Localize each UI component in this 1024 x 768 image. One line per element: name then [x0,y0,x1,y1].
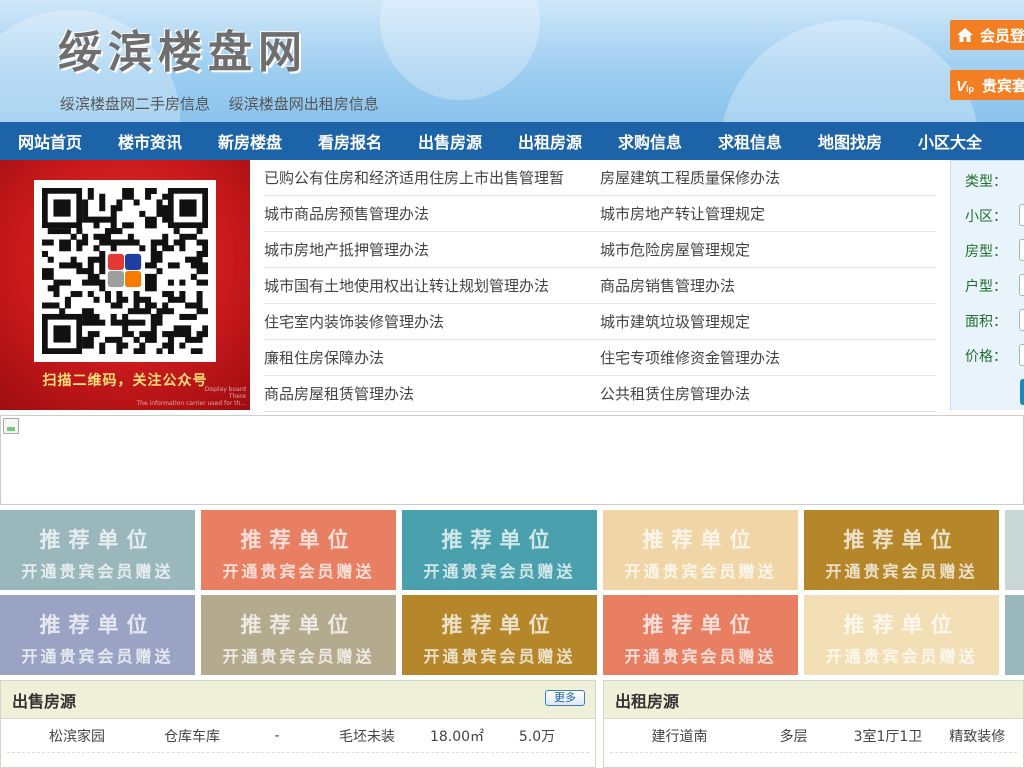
law-link[interactable]: 房屋建筑工程质量保修办法 [600,167,936,188]
layout-select[interactable] [1019,274,1024,296]
main-nav: 网站首页 楼市资讯 新房楼盘 看房报名 出售房源 出租房源 求购信息 求租信息 … [0,122,1024,160]
cell-area: 18.00㎡ [429,728,485,745]
nav-map-search[interactable]: 地图找房 [800,129,900,153]
panel-title: 出租房源 [615,691,680,711]
search-button[interactable] [1020,379,1024,405]
broken-image-icon [3,418,19,434]
table-row[interactable]: 建行道南 多层 3室1厅1卫 精致装修 [610,719,1017,753]
cell-type: 仓库车库 [164,728,220,745]
room-type-label: 房型： [965,244,1007,260]
header: 绥滨楼盘网 绥滨楼盘网二手房信息 绥滨楼盘网出租房信息 会员登录 Vip 贵宾套… [0,0,1024,122]
nav-new-homes[interactable]: 新房楼盘 [200,129,300,153]
member-login-label: 会员登录 [980,26,1024,45]
qr-promo: 扫描二维码，关注公众号 Display board There The info… [0,160,250,410]
cell-type: 多层 [779,728,808,745]
vip-icon: Vip [956,75,976,95]
list-item: 廉租住房保障办法 住宅专项维修资金管理办法 [264,340,936,376]
recommend-tile[interactable]: 推荐单位 开通贵宾会员赠送 [402,510,597,590]
list-item: 城市房地产抵押管理办法 城市危险房屋管理规定 [264,232,936,268]
header-links: 绥滨楼盘网二手房信息 绥滨楼盘网出租房信息 [60,93,393,114]
list-item: 住宅室内装饰装修管理办法 城市建筑垃圾管理规定 [264,304,936,340]
decor-bubble [380,0,540,100]
law-link[interactable]: 城市商品房预售管理办法 [264,203,600,224]
regulations-list: 已购公有住房和经济适用住房上市出售管理暂 房屋建筑工程质量保修办法 城市商品房预… [264,160,936,412]
type-label: 类型： [965,174,1007,190]
banner-ad[interactable] [0,415,1024,505]
qr-code [34,180,216,362]
list-item: 已购公有住房和经济适用住房上市出售管理暂 房屋建筑工程质量保修办法 [264,160,936,196]
cell-community: 松滨家园 [49,728,105,745]
nav-more[interactable]: 中 [1000,129,1024,153]
recommend-tile[interactable] [1005,510,1024,590]
community-input[interactable] [1019,204,1024,226]
list-item: 城市国有土地使用权出让转让规划管理办法 商品房销售管理办法 [264,268,936,304]
secondhand-link[interactable]: 绥滨楼盘网二手房信息 [60,95,210,113]
law-link[interactable]: 公共租赁住房管理办法 [600,383,936,404]
layout-label: 户型： [965,279,1007,295]
law-link[interactable]: 城市建筑垃圾管理规定 [600,311,936,332]
recommend-tile[interactable]: 推荐单位 开通贵宾会员赠送 [201,510,396,590]
price-select[interactable] [1019,344,1024,366]
law-link[interactable]: 住宅室内装饰装修管理办法 [264,311,600,332]
cell-price: 5.0万 [518,728,556,745]
price-label: 价格： [965,349,1007,365]
vip-package-label: 贵宾套餐 [982,76,1024,95]
panel-header: 出售房源 更多 [1,681,595,719]
list-item: 城市商品房预售管理办法 城市房地产转让管理规定 [264,196,936,232]
cell-layout: - [274,727,280,744]
area-select[interactable] [1019,309,1024,331]
nav-viewing-signup[interactable]: 看房报名 [300,129,400,153]
cell-community: 建行道南 [651,728,708,745]
rent-listings-panel: 出租房源 建行道南 多层 3室1厅1卫 精致装修 [603,680,1024,768]
law-link[interactable]: 城市危险房屋管理规定 [600,239,936,260]
law-link[interactable]: 住宅专项维修资金管理办法 [600,347,936,368]
law-link[interactable]: 廉租住房保障办法 [264,347,600,368]
decor-bubble [720,20,980,122]
recommend-tile[interactable]: 推荐单位 开通贵宾会员赠送 [804,595,999,675]
nav-home[interactable]: 网站首页 [0,129,100,153]
table-row[interactable] [7,753,589,767]
search-panel: 类型： 小区： 房型： 户型： 面积： 价格： [950,160,1024,410]
promo-fine-print: Display board There The information carr… [136,386,246,407]
list-item: 商品房屋租赁管理办法 公共租赁住房管理办法 [264,376,936,412]
site-title: 绥滨楼盘网 [58,27,308,78]
panel-title: 出售房源 [12,691,77,711]
nav-wanted-rent[interactable]: 求租信息 [700,129,800,153]
svg-text:ip: ip [966,84,975,94]
recommend-tile[interactable] [1005,595,1024,675]
law-link[interactable]: 商品房屋租赁管理办法 [264,383,600,404]
table-row[interactable]: 松滨家园 仓库车库 - 毛坯未装 18.00㎡ 5.0万 [7,719,589,753]
sale-listings-panel: 出售房源 更多 松滨家园 仓库车库 - 毛坯未装 18.00㎡ 5.0万 [0,680,596,768]
nav-communities[interactable]: 小区大全 [900,129,1000,153]
recommend-tile[interactable]: 推荐单位 开通贵宾会员赠送 [603,595,798,675]
more-button[interactable]: 更多 [545,690,585,706]
nav-wanted-buy[interactable]: 求购信息 [600,129,700,153]
area-label: 面积： [965,314,1007,330]
nav-for-sale[interactable]: 出售房源 [400,129,500,153]
room-type-select[interactable] [1019,239,1024,261]
recommend-tile[interactable]: 推荐单位 开通贵宾会员赠送 [603,510,798,590]
recommend-tile[interactable]: 推荐单位 开通贵宾会员赠送 [804,510,999,590]
recommend-tile[interactable]: 推荐单位 开通贵宾会员赠送 [0,510,195,590]
cell-layout: 3室1厅1卫 [853,728,923,745]
cell-decoration: 精致装修 [949,728,1006,745]
member-login-button[interactable]: 会员登录 [950,20,1024,50]
home-icon [956,25,974,45]
nav-news[interactable]: 楼市资讯 [100,129,200,153]
law-link[interactable]: 城市房地产转让管理规定 [600,203,936,224]
law-link[interactable]: 已购公有住房和经济适用住房上市出售管理暂 [264,167,600,188]
community-label: 小区： [965,209,1007,225]
panel-header: 出租房源 [604,681,1023,719]
law-link[interactable]: 城市国有土地使用权出让转让规划管理办法 [264,275,600,296]
vip-package-button[interactable]: Vip 贵宾套餐 [950,70,1024,100]
recommend-tile[interactable]: 推荐单位 开通贵宾会员赠送 [0,595,195,675]
recommend-tile[interactable]: 推荐单位 开通贵宾会员赠送 [402,595,597,675]
law-link[interactable]: 商品房销售管理办法 [600,275,936,296]
cell-decoration: 毛坯未装 [339,728,395,745]
recommend-tile[interactable]: 推荐单位 开通贵宾会员赠送 [201,595,396,675]
law-link[interactable]: 城市房地产抵押管理办法 [264,239,600,260]
nav-for-rent[interactable]: 出租房源 [500,129,600,153]
rental-link[interactable]: 绥滨楼盘网出租房信息 [229,95,379,113]
